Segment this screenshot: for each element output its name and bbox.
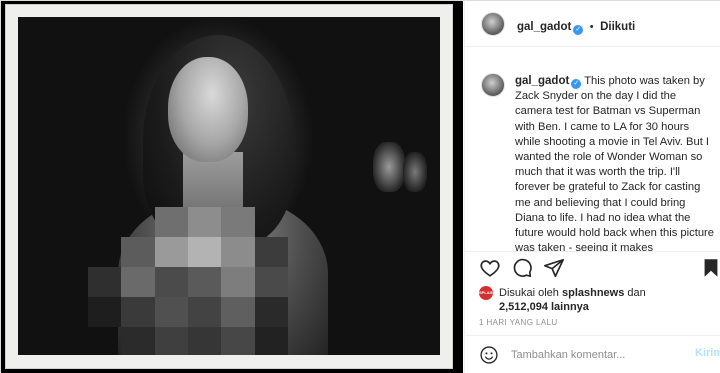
likes-count[interactable]: 2,512,094 <box>499 301 548 313</box>
verified-badge-icon: ✓ <box>571 79 582 89</box>
liker-avatar[interactable]: SPLASH <box>479 286 495 300</box>
bokeh-light <box>373 142 405 192</box>
liker-username[interactable]: splashnews <box>562 287 624 299</box>
caption-area: gal_gadot ✓ This photo was taken by Zack … <box>465 47 720 252</box>
instagram-post: gal_gadot ✓ • Diikuti gal_gadot ✓ This pho… <box>0 0 720 373</box>
comment-input[interactable] <box>511 347 661 363</box>
photo-print-frame <box>5 4 453 369</box>
caption: gal_gadot ✓ This photo was taken by Zack … <box>515 74 715 252</box>
header-username[interactable]: gal_gadot <box>517 21 571 33</box>
likes-text: Disukai oleh splashnews dan 2,512,094 la… <box>499 286 719 314</box>
bookmark-icon[interactable] <box>700 257 720 279</box>
post-comment-button[interactable]: Kirim <box>695 347 720 359</box>
post-sidebar: gal_gadot ✓ • Diikuti gal_gadot ✓ This pho… <box>464 1 720 373</box>
verified-badge-icon: ✓ <box>573 25 584 35</box>
caption-text: This photo was taken by Zack Snyder on t… <box>515 75 715 252</box>
caption-avatar[interactable] <box>481 73 505 97</box>
photo-image <box>18 17 440 355</box>
post-photo[interactable] <box>1 1 463 373</box>
likes-suffix[interactable]: lainnya <box>551 301 589 313</box>
likes-prefix: Disukai oleh <box>499 287 559 299</box>
likes-conjunction: dan <box>627 287 646 299</box>
post-header: gal_gadot ✓ • Diikuti <box>465 1 720 47</box>
photo-face <box>168 57 248 162</box>
heart-icon[interactable] <box>479 257 501 279</box>
header-user-row: gal_gadot ✓ • Diikuti <box>517 17 635 35</box>
comment-form: Kirim <box>465 335 720 373</box>
caption-username[interactable]: gal_gadot <box>515 75 569 87</box>
censor-mosaic <box>88 207 288 355</box>
action-bar <box>465 253 720 283</box>
share-icon[interactable] <box>543 257 565 279</box>
avatar[interactable] <box>481 12 505 36</box>
post-timestamp[interactable]: 1 HARI YANG LALU <box>479 318 558 327</box>
comment-icon[interactable] <box>511 257 533 279</box>
follow-status-button[interactable]: Diikuti <box>600 21 635 33</box>
separator-dot: • <box>589 21 594 33</box>
bokeh-light <box>403 152 427 192</box>
emoji-icon[interactable] <box>479 345 499 365</box>
